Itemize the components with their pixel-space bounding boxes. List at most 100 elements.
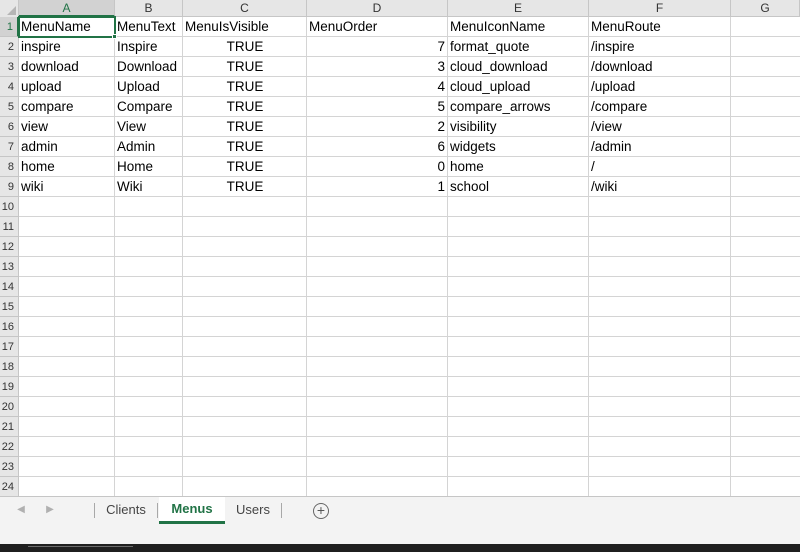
column-header-d[interactable]: D xyxy=(307,0,448,17)
row-header-21[interactable]: 21 xyxy=(0,417,19,437)
cell-menu-order[interactable]: 5 xyxy=(307,97,448,117)
cell-menu-text[interactable]: Upload xyxy=(115,77,183,97)
row-header-18[interactable]: 18 xyxy=(0,357,19,377)
cell-menu-name[interactable]: admin xyxy=(19,137,115,157)
row-header-2[interactable]: 2 xyxy=(0,37,19,57)
cell-menu-icon-name[interactable]: visibility xyxy=(448,117,589,137)
cell-menu-name[interactable]: download xyxy=(19,57,115,77)
cell-menu-order[interactable]: 4 xyxy=(307,77,448,97)
tab-users[interactable]: Users xyxy=(226,497,280,524)
header-cell-menu-text[interactable]: MenuText xyxy=(115,17,183,37)
cell-menu-route[interactable]: /compare xyxy=(589,97,731,117)
cell-menu-is-visible[interactable]: TRUE xyxy=(183,157,307,177)
cell-menu-is-visible[interactable]: TRUE xyxy=(183,137,307,157)
cell-menu-is-visible[interactable]: TRUE xyxy=(183,97,307,117)
row-header-24[interactable]: 24 xyxy=(0,477,19,496)
cell-menu-icon-name[interactable]: school xyxy=(448,177,589,197)
cell-menu-is-visible[interactable]: TRUE xyxy=(183,37,307,57)
cell-menu-text[interactable]: Compare xyxy=(115,97,183,117)
tab-menus[interactable]: Menus xyxy=(159,497,225,524)
row-header-4[interactable]: 4 xyxy=(0,77,19,97)
cell-menu-order[interactable]: 2 xyxy=(307,117,448,137)
fill-handle[interactable] xyxy=(112,34,117,39)
cell-menu-is-visible[interactable]: TRUE xyxy=(183,57,307,77)
header-cell-menu-is-visible[interactable]: MenuIsVisible xyxy=(183,17,307,37)
tab-clients[interactable]: Clients xyxy=(96,497,156,524)
plus-circle-icon[interactable]: + xyxy=(313,503,329,519)
cell-menu-icon-name[interactable]: format_quote xyxy=(448,37,589,57)
cell-menu-order[interactable]: 3 xyxy=(307,57,448,77)
row-header-1[interactable]: 1 xyxy=(0,17,19,37)
cell-menu-name[interactable]: wiki xyxy=(19,177,115,197)
column-header-row: A B C D E F G xyxy=(0,0,800,17)
cell-menu-text[interactable]: Home xyxy=(115,157,183,177)
select-all-corner[interactable] xyxy=(0,0,19,17)
cell-menu-is-visible[interactable]: TRUE xyxy=(183,177,307,197)
gridline-row xyxy=(19,396,800,397)
column-header-g[interactable]: G xyxy=(731,0,800,17)
cell-menu-text[interactable]: Inspire xyxy=(115,37,183,57)
gridline-row xyxy=(19,436,800,437)
row-header-5[interactable]: 5 xyxy=(0,97,19,117)
row-header-14[interactable]: 14 xyxy=(0,277,19,297)
cell-menu-text[interactable]: Wiki xyxy=(115,177,183,197)
cell-menu-route[interactable]: / xyxy=(589,157,731,177)
row-header-23[interactable]: 23 xyxy=(0,457,19,477)
row-header-22[interactable]: 22 xyxy=(0,437,19,457)
cell-menu-name[interactable]: upload xyxy=(19,77,115,97)
column-header-b[interactable]: B xyxy=(115,0,183,17)
cell-menu-route[interactable]: /download xyxy=(589,57,731,77)
header-cell-menu-route[interactable]: MenuRoute xyxy=(589,17,731,37)
cell-menu-text[interactable]: View xyxy=(115,117,183,137)
cell-menu-text[interactable]: Admin xyxy=(115,137,183,157)
column-header-a[interactable]: A xyxy=(19,0,115,17)
triangle-right-icon[interactable]: ▶ xyxy=(43,502,57,518)
column-header-e[interactable]: E xyxy=(448,0,589,17)
triangle-left-icon[interactable]: ◀ xyxy=(14,502,28,518)
cell-menu-order[interactable]: 0 xyxy=(307,157,448,177)
column-header-f[interactable]: F xyxy=(589,0,731,17)
cell-menu-is-visible[interactable]: TRUE xyxy=(183,77,307,97)
column-header-c[interactable]: C xyxy=(183,0,307,17)
row-header-17[interactable]: 17 xyxy=(0,337,19,357)
cell-menu-icon-name[interactable]: cloud_upload xyxy=(448,77,589,97)
gridline-row xyxy=(19,316,800,317)
gridline-row xyxy=(19,236,800,237)
header-cell-menu-icon-name[interactable]: MenuIconName xyxy=(448,17,589,37)
cell-menu-icon-name[interactable]: compare_arrows xyxy=(448,97,589,117)
cell-menu-icon-name[interactable]: cloud_download xyxy=(448,57,589,77)
row-header-10[interactable]: 10 xyxy=(0,197,19,217)
cell-menu-name[interactable]: compare xyxy=(19,97,115,117)
cell-menu-icon-name[interactable]: home xyxy=(448,157,589,177)
row-header-13[interactable]: 13 xyxy=(0,257,19,277)
cell-menu-is-visible[interactable]: TRUE xyxy=(183,117,307,137)
row-header-6[interactable]: 6 xyxy=(0,117,19,137)
gridline-row xyxy=(19,216,800,217)
cell-menu-name[interactable]: home xyxy=(19,157,115,177)
cell-menu-name[interactable]: inspire xyxy=(19,37,115,57)
row-header-9[interactable]: 9 xyxy=(0,177,19,197)
cell-menu-route[interactable]: /wiki xyxy=(589,177,731,197)
cell-menu-order[interactable]: 7 xyxy=(307,37,448,57)
cell-menu-text[interactable]: Download xyxy=(115,57,183,77)
row-header-15[interactable]: 15 xyxy=(0,297,19,317)
header-cell-menu-order[interactable]: MenuOrder xyxy=(307,17,448,37)
row-header-20[interactable]: 20 xyxy=(0,397,19,417)
row-header-7[interactable]: 7 xyxy=(0,137,19,157)
cell-menu-route[interactable]: /view xyxy=(589,117,731,137)
cell-menu-icon-name[interactable]: widgets xyxy=(448,137,589,157)
row-header-19[interactable]: 19 xyxy=(0,377,19,397)
cell-menu-name[interactable]: view xyxy=(19,117,115,137)
row-header-12[interactable]: 12 xyxy=(0,237,19,257)
cell-menu-order[interactable]: 6 xyxy=(307,137,448,157)
row-header-8[interactable]: 8 xyxy=(0,157,19,177)
gridline-row xyxy=(19,356,800,357)
cell-menu-route[interactable]: /upload xyxy=(589,77,731,97)
cell-menu-route[interactable]: /admin xyxy=(589,137,731,157)
cell-menu-route[interactable]: /inspire xyxy=(589,37,731,57)
row-header-16[interactable]: 16 xyxy=(0,317,19,337)
gridline-row xyxy=(19,476,800,477)
cell-menu-order[interactable]: 1 xyxy=(307,177,448,197)
row-header-3[interactable]: 3 xyxy=(0,57,19,77)
row-header-11[interactable]: 11 xyxy=(0,217,19,237)
